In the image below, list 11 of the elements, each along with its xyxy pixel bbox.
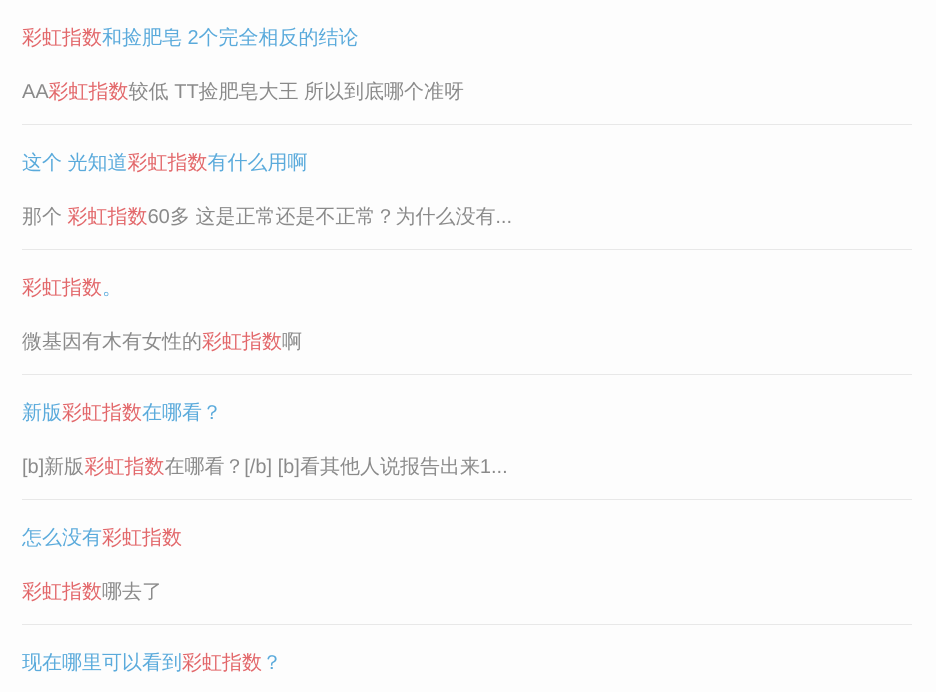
result-title-link[interactable]: 现在哪里可以看到彩虹指数？ (22, 648, 282, 678)
result-snippet: 那个 彩虹指数60多 这是正常还是不正常？为什么没有... (22, 205, 512, 230)
result-title-link[interactable]: 怎么没有彩虹指数 (22, 523, 182, 553)
result-title-link[interactable]: 彩虹指数和捡肥皂 2个完全相反的结论 (22, 23, 359, 53)
result-title-link[interactable]: 彩虹指数。 (22, 273, 122, 303)
result-snippet: [b]新版彩虹指数在哪看？[/b] [b]看其他人说报告出来1... (22, 455, 508, 480)
result-title-link[interactable]: 新版彩虹指数在哪看？ (22, 398, 222, 428)
result-snippet: AA彩虹指数较低 TT捡肥皂大王 所以到底哪个准呀 (22, 80, 464, 105)
result-title-link[interactable]: 这个 光知道彩虹指数有什么用啊 (22, 148, 308, 178)
result-snippet: 彩虹指数哪去了 (22, 580, 162, 605)
result-snippet: 微基因有木有女性的彩虹指数啊 (22, 330, 302, 355)
